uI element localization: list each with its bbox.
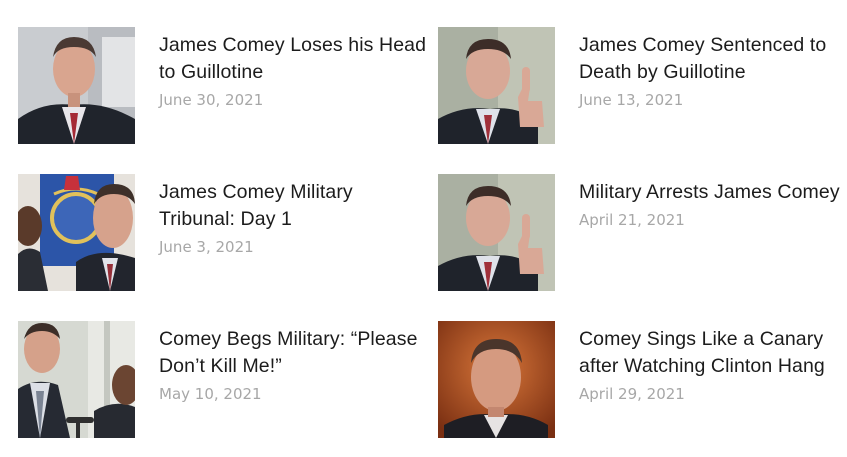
post-card: Comey Sings Like a Canary after Watching…: [438, 321, 847, 439]
post-date: April 21, 2021: [579, 211, 685, 229]
post-card: James Comey Loses his Head to Guillotine…: [18, 27, 428, 145]
comey-speaking-image: [438, 27, 555, 144]
comey-podium-image: [18, 321, 135, 438]
related-posts-grid: James Comey Loses his Head to Guillotine…: [0, 0, 847, 457]
post-thumbnail[interactable]: [438, 27, 555, 144]
post-thumbnail[interactable]: [438, 321, 555, 438]
post-title-link[interactable]: Comey Sings Like a Canary after Watching…: [579, 326, 847, 380]
comey-portrait-image: [18, 27, 135, 144]
post-title-link[interactable]: Comey Begs Military: “Please Don’t Kill …: [159, 326, 428, 380]
post-title-link[interactable]: James Comey Loses his Head to Guillotine: [159, 32, 428, 86]
post-card: Military Arrests James Comey April 21, 2…: [438, 174, 847, 292]
post-date: June 13, 2021: [579, 91, 684, 109]
comey-hearing-image: [438, 321, 555, 438]
post-date: June 30, 2021: [159, 91, 264, 109]
post-meta: James Comey Military Tribunal: Day 1 Jun…: [159, 174, 428, 256]
post-thumbnail[interactable]: [18, 27, 135, 144]
post-card: James Comey Military Tribunal: Day 1 Jun…: [18, 174, 428, 292]
post-card: James Comey Sentenced to Death by Guillo…: [438, 27, 847, 145]
post-thumbnail[interactable]: [18, 174, 135, 291]
comey-speaking-image: [438, 174, 555, 291]
post-card: Comey Begs Military: “Please Don’t Kill …: [18, 321, 428, 439]
post-title-link[interactable]: James Comey Military Tribunal: Day 1: [159, 179, 428, 233]
post-meta: James Comey Sentenced to Death by Guillo…: [579, 27, 847, 109]
post-title-link[interactable]: James Comey Sentenced to Death by Guillo…: [579, 32, 847, 86]
post-date: May 10, 2021: [159, 385, 262, 403]
post-date: April 29, 2021: [579, 385, 685, 403]
post-title-link[interactable]: Military Arrests James Comey: [579, 179, 847, 206]
post-meta: Comey Begs Military: “Please Don’t Kill …: [159, 321, 428, 403]
post-meta: James Comey Loses his Head to Guillotine…: [159, 27, 428, 109]
comey-fbi-flag-image: [18, 174, 135, 291]
post-thumbnail[interactable]: [438, 174, 555, 291]
post-date: June 3, 2021: [159, 238, 254, 256]
post-meta: Military Arrests James Comey April 21, 2…: [579, 174, 847, 229]
post-thumbnail[interactable]: [18, 321, 135, 438]
post-meta: Comey Sings Like a Canary after Watching…: [579, 321, 847, 403]
